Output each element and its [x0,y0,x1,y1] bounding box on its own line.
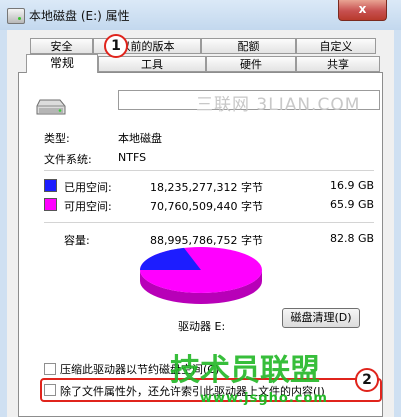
title-bar: 本地磁盘 (E:) 属性 x [0,0,401,30]
used-space-gb: 16.9 GB [330,179,375,192]
tab-security[interactable]: 安全 [30,38,93,54]
tab-sharing[interactable]: 共享 [296,56,380,72]
tab-quota[interactable]: 配额 [201,38,296,54]
used-space-label: 已用空间: [64,181,112,194]
capacity-label: 容量: [64,234,90,247]
compress-checkbox[interactable] [44,363,56,375]
disk-cleanup-button[interactable]: 磁盘清理(D) [282,308,360,328]
used-space-swatch [44,179,57,192]
type-label: 类型: [44,132,70,145]
capacity-gb: 82.8 GB [330,232,375,245]
separator [44,222,374,223]
filesystem-label: 文件系统: [44,153,92,166]
disk-usage-pie [140,247,262,304]
step-2-callout: 2 [355,368,379,392]
window-title: 本地磁盘 (E:) 属性 [29,9,130,23]
free-space-label: 可用空间: [64,200,112,213]
tab-general[interactable]: 常规 [26,54,98,73]
watermark-jishuyuan: 技术员联盟 [170,353,320,388]
filesystem-value: NTFS [118,151,147,164]
separator [44,170,374,171]
free-space-bytes: 70,760,509,440 字节 [150,200,263,213]
hard-drive-icon [36,99,66,115]
used-space-bytes: 18,235,277,312 字节 [150,181,263,194]
tab-customize[interactable]: 自定义 [296,38,376,54]
watermark-jsgho: www.jsgho.com [200,391,328,406]
type-value: 本地磁盘 [118,132,162,145]
watermark-3lian: 三联网 3LIAN.COM [196,95,361,115]
tab-tools[interactable]: 工具 [98,56,206,72]
free-space-swatch [44,198,57,211]
drive-app-icon [7,8,25,24]
free-space-gb: 65.9 GB [330,198,375,211]
drive-label: 驱动器 E: [178,320,226,333]
step-1-callout: 1 [104,34,128,58]
tab-hardware[interactable]: 硬件 [206,56,296,72]
close-button[interactable]: x [338,0,387,21]
